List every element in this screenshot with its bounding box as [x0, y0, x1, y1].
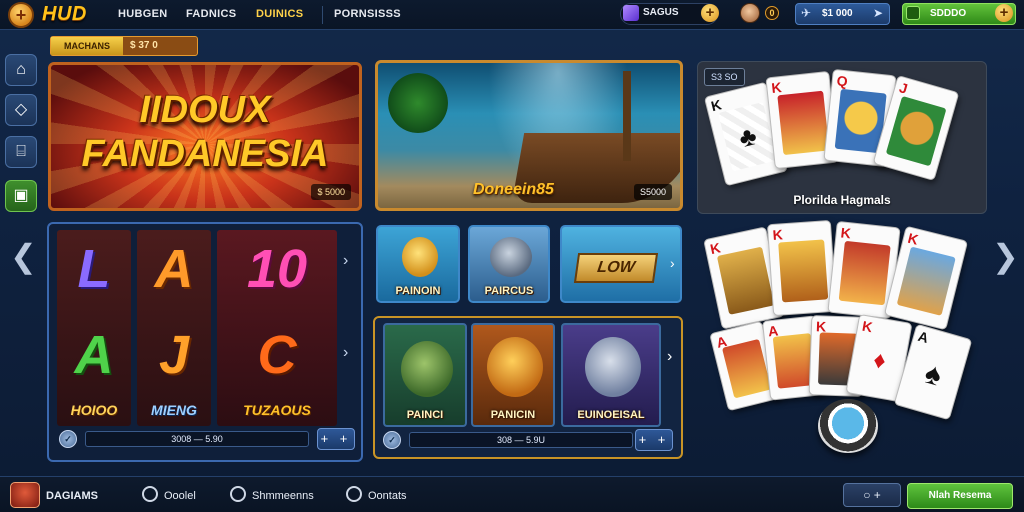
featured-games-panel: PAINCI PANICIN EUINOEISAL › ✓ 308 — 5.9U…: [373, 316, 683, 459]
nav-item-1[interactable]: HUBGEN: [118, 8, 167, 20]
wallet-icon: [906, 6, 920, 20]
tile-next-icon[interactable]: ›: [670, 255, 675, 271]
tile-label: PAINOIN: [395, 285, 441, 297]
sidebar-gift-icon[interactable]: ▣: [5, 180, 37, 212]
footer-brand[interactable]: DAGIAMS: [46, 490, 98, 502]
creature-art: [585, 337, 641, 397]
sidebar-home-icon[interactable]: ⌂: [5, 54, 37, 86]
mid-bet-bar: ✓ 308 — 5.9U + +: [383, 429, 673, 451]
creature-art: [487, 337, 543, 397]
creature-art: [402, 237, 438, 277]
slot-symbol: L: [77, 239, 111, 299]
shield-icon[interactable]: ✓: [59, 430, 77, 448]
cards-banner-caption: Plorilda Hagmals: [793, 193, 891, 207]
slot-bet-bar: ✓ 3008 — 5.90 + +: [59, 428, 355, 450]
footer-cta-button[interactable]: Nlah Resema: [907, 483, 1013, 509]
search-icon[interactable]: [142, 486, 158, 502]
app-logo[interactable]: HUD: [42, 3, 87, 26]
game-tile-big-1[interactable]: PAINCI: [383, 323, 467, 427]
slot-reel-3: 10 C TUZAOUS: [217, 230, 337, 426]
sea-banner-title: Doneein85: [473, 181, 554, 198]
banner-title-line1: IIDOUX: [139, 89, 271, 131]
slot-reel-2: A J MIENG: [137, 230, 211, 426]
add-funds-button[interactable]: +: [995, 4, 1013, 22]
palm-decoration: [388, 73, 448, 133]
brand-avatar[interactable]: [10, 482, 40, 508]
featured-banner-cards[interactable]: S3 SO K ♣ K Q J Plorilda Hagmals: [697, 61, 987, 214]
game-tile-2[interactable]: PAIRCUS: [468, 225, 550, 303]
bet-plus-button[interactable]: + +: [317, 428, 355, 450]
game-tile-1[interactable]: PAINOIN: [376, 225, 460, 303]
cards-pill: S3 SO: [704, 68, 745, 86]
nav-divider: [322, 6, 323, 24]
slot-symbol: A: [154, 239, 194, 299]
mid-bet-range[interactable]: 308 — 5.9U: [409, 432, 633, 448]
tile-label: PAIRCUS: [484, 285, 534, 297]
creature-art: [490, 237, 532, 277]
game-tile-big-2[interactable]: PANICIN: [471, 323, 555, 427]
tile-label: EUINOEISAL: [577, 409, 645, 421]
banner-title-line2: FANDANESIA: [81, 133, 329, 175]
featured-banner-red[interactable]: IIDOUX FANDANESIA $ 5000: [48, 62, 362, 211]
poker-chip-icon: [818, 399, 878, 453]
logo-plus-icon[interactable]: +: [8, 2, 34, 28]
contacts-icon[interactable]: [346, 486, 362, 502]
featured-banner-sea[interactable]: Doneein85 S5000: [375, 60, 683, 211]
tiles-next-icon[interactable]: ›: [667, 348, 672, 366]
add-gems-button[interactable]: +: [701, 4, 719, 22]
carousel-prev-icon[interactable]: ❮: [10, 240, 37, 272]
reel-name: MIENG: [151, 402, 197, 418]
reel-next-icon[interactable]: ›: [343, 252, 348, 270]
sea-banner-chip: S5000: [633, 184, 672, 200]
notification-badge[interactable]: 0: [765, 6, 779, 20]
tile-label: PAINCI: [406, 409, 444, 421]
reel-name: HOIOO: [70, 402, 118, 418]
shield-icon[interactable]: ✓: [383, 431, 401, 449]
chat-icon[interactable]: [230, 486, 246, 502]
mid-bet-plus-button[interactable]: + +: [635, 429, 673, 451]
promo-tag-right: $ 37 0: [130, 40, 158, 51]
slot-reel-1: L A HOIOO: [57, 230, 131, 426]
banner-chip: $ 5000: [311, 184, 351, 200]
ship-mast: [623, 71, 631, 161]
slot-game-panel[interactable]: L A HOIOO A J MIENG 10 C TUZAOUS › › ✓ 3…: [47, 222, 363, 462]
carousel-next-icon[interactable]: ❯: [992, 240, 1019, 272]
gems-label: SAGUS: [643, 7, 679, 18]
creature-art: [401, 341, 453, 397]
promo-tag-left: MACHANS: [51, 37, 123, 55]
nav-item-3[interactable]: DUINICS: [256, 8, 303, 20]
low-sign: LOW: [573, 253, 659, 283]
slot-symbol: A: [74, 325, 114, 385]
game-tile-3[interactable]: LOW ›: [560, 225, 682, 303]
tile-label: PANICIN: [490, 409, 536, 421]
nav-item-4[interactable]: PORNSISSS: [334, 8, 401, 20]
reel-next-icon-2[interactable]: ›: [343, 344, 348, 362]
balance-value: $1 000: [822, 8, 853, 19]
nav-item-2[interactable]: FADNICS: [186, 8, 236, 20]
gem-icon: [623, 5, 639, 21]
profile-avatar[interactable]: [740, 3, 760, 23]
footer-item-1[interactable]: Ooolel: [164, 490, 196, 502]
deposit-label: SDDDO: [930, 8, 967, 19]
arrow-right-icon: ➤: [873, 6, 884, 20]
footer-toggle-button[interactable]: ○ +: [843, 483, 901, 507]
sidebar-tag-icon[interactable]: ◇: [5, 94, 37, 126]
footer-item-3[interactable]: Oontats: [368, 490, 407, 502]
game-tile-big-3[interactable]: EUINOEISAL: [561, 323, 661, 427]
footer-item-2[interactable]: Shmmeenns: [252, 490, 314, 502]
slot-symbol: C: [257, 325, 297, 385]
reel-name: TUZAOUS: [243, 402, 311, 418]
bet-range[interactable]: 3008 — 5.90: [85, 431, 309, 447]
playing-card: K: [766, 219, 838, 317]
sidebar-table-icon[interactable]: ⌸: [5, 136, 37, 168]
slot-symbol: 10: [246, 239, 308, 299]
slot-symbol: J: [158, 325, 190, 385]
plane-icon: ✈: [801, 6, 812, 20]
